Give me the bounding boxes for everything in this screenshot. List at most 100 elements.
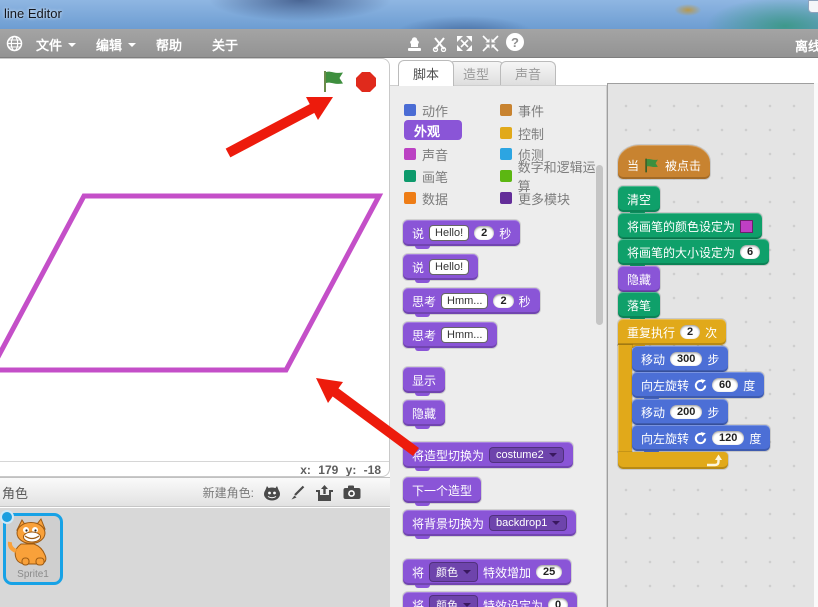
category-events[interactable]: 事件 bbox=[500, 101, 544, 119]
category-color-swatch bbox=[500, 104, 512, 116]
menu-item-help[interactable]: 帮助 bbox=[156, 35, 182, 54]
costume-dropdown[interactable]: costume2 bbox=[489, 447, 564, 463]
category-pen[interactable]: 画笔 bbox=[404, 167, 448, 185]
tab-scripts[interactable]: 脚本 bbox=[398, 60, 454, 86]
palette-scrollbar[interactable] bbox=[596, 165, 603, 325]
tab-label: 脚本 bbox=[413, 64, 439, 83]
category-operators[interactable]: 数字和逻辑运算 bbox=[500, 167, 606, 185]
block-think-for-secs[interactable]: 思考 Hmm... 2 秒 bbox=[403, 288, 540, 314]
number-input[interactable]: 120 bbox=[712, 431, 744, 445]
menu-item-file[interactable]: 文件 bbox=[36, 35, 76, 54]
number-input[interactable]: 300 bbox=[670, 352, 702, 366]
block-label: 思考 bbox=[412, 327, 436, 344]
block-label: 下一个造型 bbox=[412, 482, 472, 499]
paintbrush-icon bbox=[290, 485, 306, 501]
upload-sprite-button[interactable] bbox=[315, 485, 334, 501]
toolbar-shrink-button[interactable] bbox=[481, 34, 500, 53]
window-control-button[interactable] bbox=[808, 0, 818, 13]
paint-new-sprite-button[interactable] bbox=[290, 485, 306, 501]
x-coordinate-value: 179 bbox=[318, 463, 338, 477]
menu-item-label: 编辑 bbox=[96, 35, 122, 54]
script-scrollbar[interactable] bbox=[814, 83, 818, 607]
dropdown-value: backdrop1 bbox=[496, 517, 547, 529]
menu-item-about[interactable]: 关于 bbox=[212, 35, 238, 54]
block-pen-down[interactable]: 落笔 bbox=[618, 292, 660, 318]
block-change-effect[interactable]: 将 颜色 特效增加 25 bbox=[403, 559, 571, 585]
block-next-costume[interactable]: 下一个造型 bbox=[403, 477, 481, 503]
category-color-swatch bbox=[404, 104, 416, 116]
block-say[interactable]: 说 Hello! bbox=[403, 254, 478, 280]
block-set-effect[interactable]: 将 颜色 特效设定为 0 bbox=[403, 592, 577, 607]
category-motion[interactable]: 动作 bbox=[404, 101, 448, 119]
block-label: 说 bbox=[412, 259, 424, 276]
x-coordinate-label: x: bbox=[300, 463, 311, 477]
block-turn-left-degrees[interactable]: 向左旋转 60 度 bbox=[632, 372, 764, 398]
block-move-steps[interactable]: 移动 200 步 bbox=[632, 399, 728, 425]
block-hide[interactable]: 隐藏 bbox=[618, 266, 660, 292]
text-input[interactable]: Hello! bbox=[429, 259, 469, 275]
stage-panel: x: 179 y: -18 bbox=[0, 58, 390, 477]
block-set-pen-color[interactable]: 将画笔的颜色设定为 bbox=[618, 213, 762, 239]
text-input[interactable]: Hello! bbox=[429, 225, 469, 241]
category-label: 控制 bbox=[518, 124, 544, 143]
category-color-swatch bbox=[500, 170, 512, 182]
block-repeat[interactable]: 重复执行 2 次 bbox=[618, 319, 726, 345]
number-input[interactable]: 0 bbox=[548, 598, 568, 607]
block-say-for-secs[interactable]: 说 Hello! 2 秒 bbox=[403, 220, 520, 246]
number-input[interactable]: 2 bbox=[474, 226, 494, 240]
effect-dropdown[interactable]: 颜色 bbox=[429, 562, 478, 582]
pen-color-swatch[interactable] bbox=[740, 220, 753, 233]
toolbar-delete-button[interactable] bbox=[430, 34, 449, 53]
block-move-steps[interactable]: 移动 300 步 bbox=[632, 346, 728, 372]
block-think[interactable]: 思考 Hmm... bbox=[403, 322, 497, 348]
sprite-info-badge[interactable] bbox=[0, 510, 14, 524]
turn-counterclockwise-icon bbox=[694, 432, 707, 445]
category-data[interactable]: 数据 bbox=[404, 189, 448, 207]
number-input[interactable]: 200 bbox=[670, 405, 702, 419]
text-input[interactable]: Hmm... bbox=[441, 327, 488, 343]
y-coordinate-value: -18 bbox=[364, 463, 381, 477]
number-input[interactable]: 25 bbox=[536, 565, 562, 579]
sprite-thumbnail-sprite1[interactable]: Sprite1 bbox=[3, 513, 63, 585]
category-sound[interactable]: 声音 bbox=[404, 145, 448, 163]
new-sprite-library-button[interactable] bbox=[263, 485, 281, 501]
block-switch-backdrop[interactable]: 将背景切换为 backdrop1 bbox=[403, 510, 576, 536]
number-input[interactable]: 60 bbox=[712, 378, 738, 392]
backdrop-dropdown[interactable]: backdrop1 bbox=[489, 515, 567, 531]
number-input[interactable]: 2 bbox=[493, 294, 513, 308]
number-input[interactable]: 2 bbox=[680, 325, 700, 339]
category-control[interactable]: 控制 bbox=[500, 124, 544, 142]
repeat-loop-end[interactable] bbox=[618, 452, 728, 469]
block-label: 步 bbox=[707, 404, 719, 421]
category-looks-selected[interactable]: 外观 bbox=[404, 120, 462, 140]
block-when-flag-clicked[interactable]: 当 被点击 bbox=[618, 145, 710, 179]
category-color-swatch bbox=[404, 148, 416, 160]
script-area[interactable]: 当 被点击 清空 将画笔的颜色设定为 将画笔的大小设定为 6 隐藏 bbox=[607, 83, 814, 607]
block-switch-costume[interactable]: 将造型切换为 costume2 bbox=[403, 442, 573, 468]
text-input[interactable]: Hmm... bbox=[441, 293, 488, 309]
block-clear[interactable]: 清空 bbox=[618, 186, 660, 212]
toolbar-duplicate-button[interactable] bbox=[405, 34, 424, 53]
toolbar-grow-button[interactable] bbox=[455, 34, 474, 53]
window-titlebar[interactable]: line Editor bbox=[0, 0, 818, 29]
block-turn-left-degrees[interactable]: 向左旋转 120 度 bbox=[632, 425, 770, 451]
green-flag-button[interactable] bbox=[322, 70, 346, 93]
stop-button[interactable] bbox=[355, 71, 377, 93]
effect-dropdown[interactable]: 颜色 bbox=[429, 595, 478, 607]
block-label: 隐藏 bbox=[627, 271, 651, 288]
block-hide[interactable]: 隐藏 bbox=[403, 400, 445, 426]
dropdown-value: costume2 bbox=[496, 449, 544, 461]
language-button[interactable] bbox=[5, 34, 24, 53]
menu-item-label: 帮助 bbox=[156, 35, 182, 54]
block-show[interactable]: 显示 bbox=[403, 367, 445, 393]
toolbar-help-button[interactable]: ? bbox=[506, 33, 524, 51]
block-set-pen-size[interactable]: 将画笔的大小设定为 6 bbox=[618, 239, 769, 265]
category-color-swatch bbox=[500, 127, 512, 139]
tab-sounds[interactable]: 声音 bbox=[500, 61, 556, 85]
category-color-swatch bbox=[404, 192, 416, 204]
number-input[interactable]: 6 bbox=[740, 245, 760, 259]
camera-sprite-button[interactable] bbox=[343, 485, 362, 500]
tab-costumes[interactable]: 造型 bbox=[448, 61, 504, 85]
menu-item-edit[interactable]: 编辑 bbox=[96, 35, 136, 54]
category-more-blocks[interactable]: 更多模块 bbox=[500, 189, 570, 207]
